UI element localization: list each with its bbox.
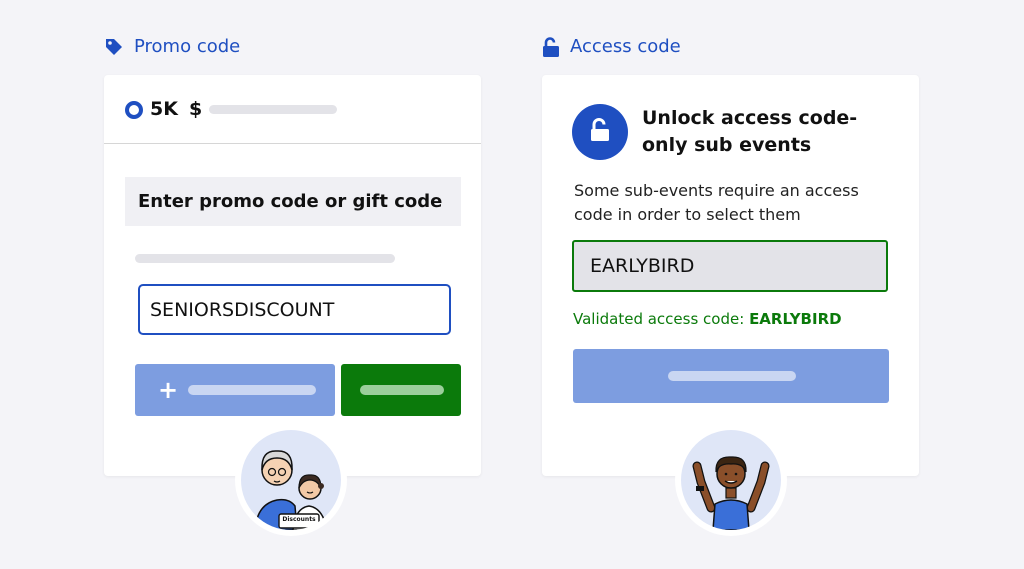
discounts-badge: Discounts: [282, 516, 316, 523]
ticket-name: 5K: [150, 98, 178, 120]
access-section-title: Access code: [542, 36, 681, 57]
access-heading: Unlock access code-only sub events: [642, 107, 858, 156]
ticket-radio[interactable]: [125, 101, 143, 119]
validation-message: Validated access code: EARLYBIRD: [573, 310, 842, 328]
promo-code-input[interactable]: SENIORSDISCOUNT: [138, 284, 451, 335]
ticket-row[interactable]: 5K $: [104, 75, 481, 144]
tag-icon: [104, 37, 124, 57]
access-code-input[interactable]: EARLYBIRD: [572, 240, 888, 292]
access-section-label: Access code: [570, 36, 681, 57]
promo-section-label: Promo code: [134, 36, 241, 57]
ticket-currency: $: [189, 98, 203, 120]
ticket-price-placeholder: [209, 105, 337, 114]
unlock-icon: [589, 118, 611, 146]
unlock-button[interactable]: [573, 349, 889, 403]
unlock-icon: [542, 36, 560, 57]
promo-section-title: Promo code: [104, 36, 240, 57]
access-description: Some sub-events require an access code i…: [574, 181, 859, 224]
promo-code-card: 5K $ Enter promo code or gift code SENIO…: [104, 75, 481, 476]
plus-icon: +: [158, 376, 179, 404]
validated-code: EARLYBIRD: [749, 310, 842, 328]
runner-avatar: [675, 424, 787, 536]
add-button-label-placeholder: [188, 385, 316, 395]
add-code-button[interactable]: +: [135, 364, 335, 416]
validation-label: Validated access code:: [573, 310, 745, 328]
promo-code-heading: Enter promo code or gift code: [125, 177, 461, 226]
apply-code-button[interactable]: [341, 364, 461, 416]
access-code-card: Unlock access code-only sub events Some …: [542, 75, 919, 476]
lock-badge: [572, 104, 628, 160]
promo-label-placeholder: [135, 254, 395, 263]
apply-button-label-placeholder: [360, 385, 444, 395]
unlock-button-label-placeholder: [668, 371, 796, 381]
seniors-avatar: Discounts: [235, 424, 347, 536]
